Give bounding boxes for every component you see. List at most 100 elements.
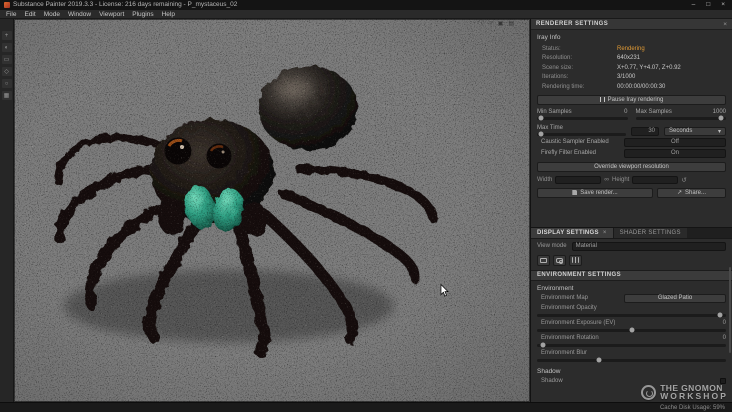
- camera-icon[interactable]: ▣: [498, 21, 504, 28]
- polygon-fill-tool-icon[interactable]: ◇: [1, 67, 12, 76]
- environment-map-row: Environment Map Glazed Patio: [531, 293, 732, 304]
- view-mode-label: View mode: [537, 243, 567, 249]
- shadow-checkbox[interactable]: [720, 378, 726, 384]
- iterations-row: Iterations: 3/1000: [537, 73, 726, 83]
- post-effects-icon[interactable]: [569, 254, 582, 266]
- max-time-unit-dropdown[interactable]: Seconds ▾: [664, 126, 726, 136]
- window-title: Substance Painter 2019.3.3 - License: 21…: [13, 1, 238, 8]
- shader-settings-tab-label: SHADER SETTINGS: [619, 229, 681, 236]
- camera-settings-icon[interactable]: [553, 254, 566, 266]
- window-controls: – □ ×: [692, 0, 728, 10]
- link-dimensions-icon[interactable]: ∞: [604, 176, 609, 183]
- environment-subsection-title: Environment: [537, 284, 574, 292]
- width-field[interactable]: [555, 175, 602, 184]
- min-samples-handle[interactable]: [538, 115, 544, 121]
- max-time-slider[interactable]: [537, 131, 626, 137]
- menu-file[interactable]: File: [2, 10, 20, 19]
- title-bar: Substance Painter 2019.3.3 - License: 21…: [0, 0, 732, 10]
- firefly-filter-label: Firefly Filter Enabled: [541, 150, 597, 156]
- pause-iray-button[interactable]: Pause Iray rendering: [537, 94, 726, 105]
- environment-opacity-label: Environment Opacity: [541, 305, 597, 311]
- environment-blur-handle[interactable]: [596, 357, 602, 363]
- render-viewport[interactable]: ⓘ ? ▣ ▤: [14, 19, 530, 402]
- tab-close-icon[interactable]: ×: [603, 230, 607, 236]
- min-samples-label: Min Samples: [537, 108, 572, 115]
- display-icon[interactable]: ▤: [508, 21, 514, 28]
- max-time-label: Max Time: [537, 124, 564, 131]
- environment-exposure-value: 0: [722, 320, 726, 326]
- status-bar: Cache Disk Usage: 59%: [0, 402, 732, 412]
- environment-blur-slider[interactable]: [537, 357, 726, 363]
- monitor-settings-icon[interactable]: [537, 254, 550, 266]
- chevron-down-icon: ▾: [717, 128, 721, 135]
- environment-rotation-control: Environment Rotation 0: [531, 334, 732, 349]
- close-icon[interactable]: ×: [721, 0, 725, 10]
- environment-blur-label: Environment Blur: [541, 350, 588, 356]
- resolution-fields-row: Width ∞ Height ↺: [531, 173, 732, 185]
- menu-window[interactable]: Window: [64, 10, 95, 19]
- max-time-handle[interactable]: [538, 131, 544, 137]
- environment-exposure-handle[interactable]: [629, 327, 634, 333]
- iray-info-title: Iray Info: [537, 34, 561, 41]
- iray-info-section: Iray Info Status: Rendering Resolution: …: [531, 30, 732, 93]
- min-samples-slider[interactable]: [537, 115, 628, 121]
- max-samples-handle[interactable]: [718, 115, 724, 121]
- renderer-close-icon[interactable]: ×: [723, 21, 727, 28]
- environment-rotation-slider[interactable]: [537, 342, 726, 348]
- environment-opacity-handle[interactable]: [717, 312, 723, 318]
- firefly-filter-toggle[interactable]: On: [624, 148, 726, 158]
- reset-resolution-icon[interactable]: ↺: [681, 176, 686, 184]
- environment-rotation-handle[interactable]: [540, 342, 546, 348]
- panel-scrollbar[interactable]: [729, 267, 731, 353]
- help-icon[interactable]: ?: [489, 21, 492, 28]
- tab-shader-settings[interactable]: SHADER SETTINGS: [612, 227, 687, 238]
- environment-exposure-slider[interactable]: [537, 327, 726, 333]
- override-resolution-button[interactable]: Override viewport resolution: [537, 161, 726, 172]
- menu-mode[interactable]: Mode: [40, 10, 64, 19]
- maximize-icon[interactable]: □: [706, 0, 710, 10]
- paint-tool-icon[interactable]: +: [1, 31, 12, 40]
- display-settings-tab-label: DISPLAY SETTINGS: [537, 229, 599, 236]
- viewport-toolbar: ⓘ ? ▣ ▤: [478, 21, 514, 28]
- caustic-sampler-toggle[interactable]: Off: [624, 137, 726, 147]
- environment-rotation-value: 0: [722, 335, 726, 341]
- view-mode-dropdown[interactable]: Material: [571, 241, 726, 251]
- smudge-tool-icon[interactable]: ○: [1, 79, 12, 88]
- environment-map-button[interactable]: Glazed Patio: [624, 293, 726, 303]
- environment-settings-title: ENVIRONMENT SETTINGS: [537, 272, 622, 278]
- menu-edit[interactable]: Edit: [20, 10, 39, 19]
- render-time-label: Rendering time:: [542, 83, 585, 90]
- minimize-icon[interactable]: –: [692, 0, 696, 10]
- environment-settings-header[interactable]: ENVIRONMENT SETTINGS: [531, 269, 732, 281]
- status-row: Status: Rendering: [537, 44, 726, 54]
- menu-viewport[interactable]: Viewport: [95, 10, 128, 19]
- save-icon: [572, 190, 578, 195]
- share-button[interactable]: ↗ Share...: [656, 187, 726, 198]
- menu-help[interactable]: Help: [158, 10, 179, 19]
- samples-controls: Min Samples 0 Max Samples 1000: [531, 106, 732, 121]
- environment-exposure-label: Environment Exposure (EV): [541, 320, 616, 326]
- clone-tool-icon[interactable]: ▦: [1, 91, 12, 100]
- max-samples-slider[interactable]: [635, 115, 726, 121]
- renderer-info-icon[interactable]: ⓘ: [478, 21, 484, 28]
- save-render-button[interactable]: Save render...: [537, 187, 653, 198]
- environment-opacity-slider[interactable]: [537, 312, 726, 318]
- share-label: Share...: [684, 189, 706, 196]
- environment-rotation-label: Environment Rotation: [541, 335, 599, 341]
- cache-disk-usage: Cache Disk Usage: 59%: [659, 404, 725, 411]
- height-field[interactable]: [632, 175, 679, 184]
- render-actions-row: Save render... ↗ Share...: [531, 185, 732, 201]
- scene-size-value: X+0.77, Y+4.07, Z+0.92: [617, 64, 681, 71]
- caustic-sampler-label: Caustic Sampler Enabled: [541, 139, 609, 145]
- shadow-row: Shadow: [531, 376, 732, 387]
- max-samples-value: 1000: [712, 108, 726, 115]
- eraser-tool-icon[interactable]: ◐: [1, 43, 12, 52]
- tab-display-settings[interactable]: DISPLAY SETTINGS ×: [531, 227, 613, 238]
- save-render-label: Save render...: [580, 189, 618, 196]
- width-label: Width: [537, 176, 553, 183]
- menu-plugins[interactable]: Plugins: [128, 10, 157, 19]
- environment-map-label: Environment Map: [541, 295, 589, 301]
- pause-button-label: Pause Iray rendering: [607, 96, 664, 103]
- projection-tool-icon[interactable]: ▭: [1, 55, 12, 64]
- max-time-value-field[interactable]: 30: [631, 126, 659, 136]
